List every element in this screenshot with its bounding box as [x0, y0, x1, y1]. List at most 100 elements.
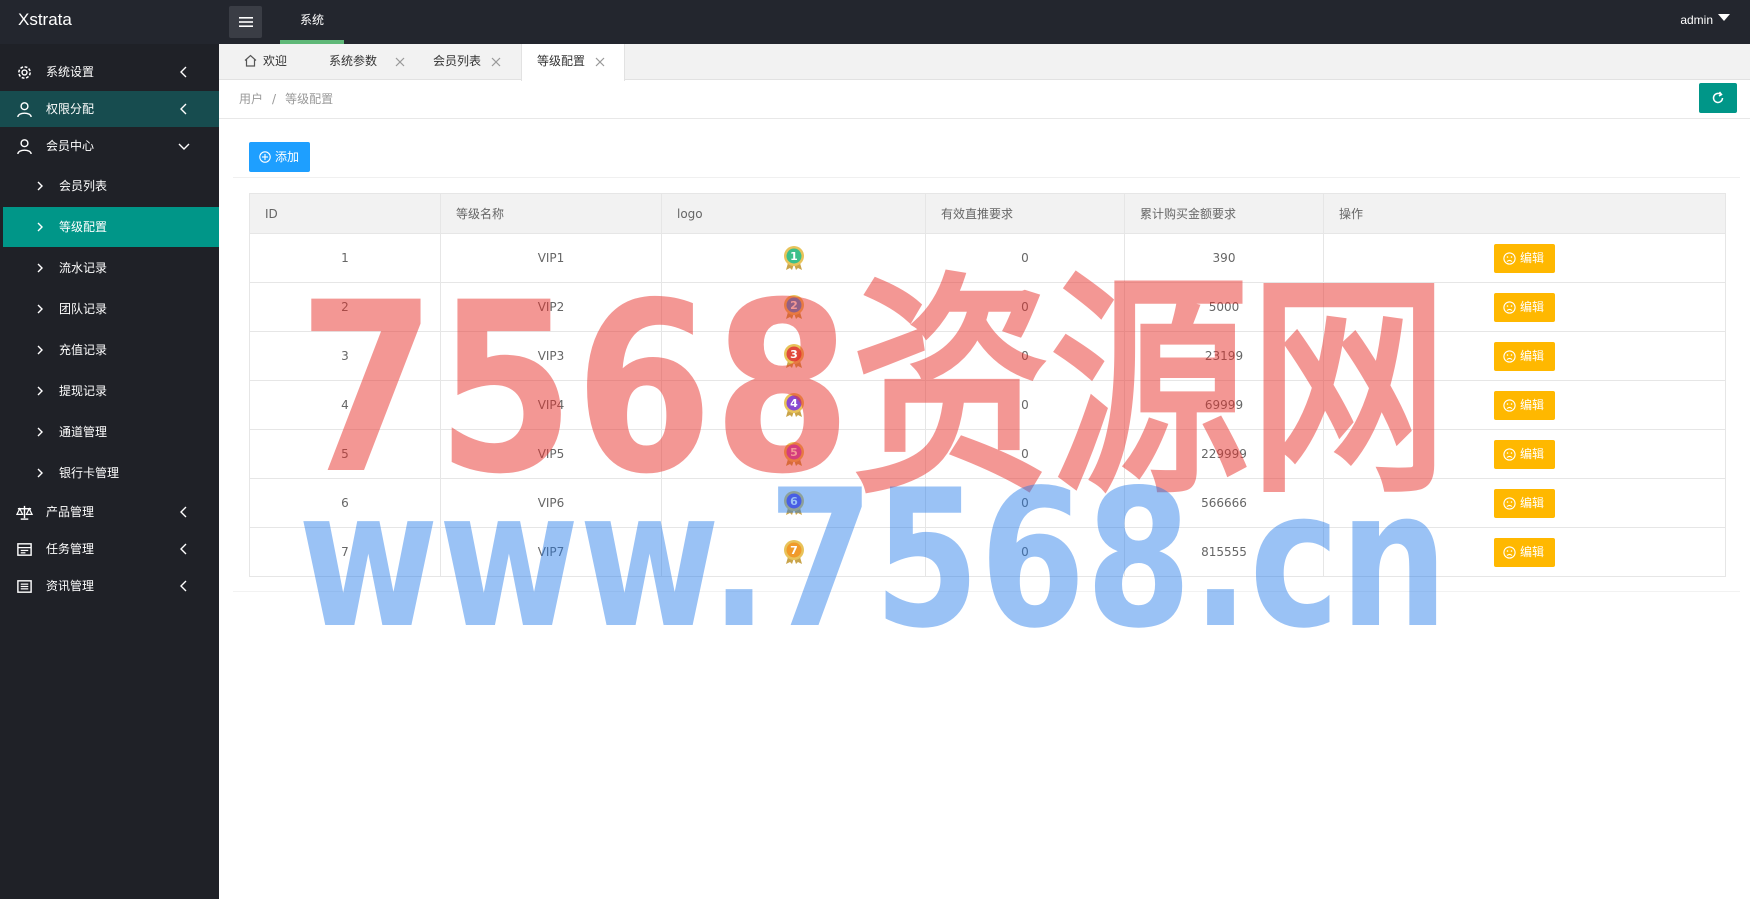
vip-medal-icon: 5: [783, 442, 804, 466]
cell-amount: 5000: [1124, 282, 1324, 332]
chevron-left-icon: [180, 543, 187, 555]
edit-button-label: 编辑: [1520, 495, 1545, 510]
sidebar-subitem-flow-records[interactable]: 流水记录: [3, 248, 219, 288]
sidebar-item-label: 资讯管理: [46, 579, 95, 593]
edit-button[interactable]: 编辑: [1494, 488, 1555, 518]
sidebar-subitem-label: 团队记录: [59, 302, 108, 316]
cell-logo: 4: [661, 380, 926, 430]
cell-actions: 编辑: [1323, 380, 1726, 430]
cell-name: VIP7: [440, 527, 662, 577]
sidebar-subitem-withdraw-records[interactable]: 提现记录: [3, 371, 219, 411]
cell-logo: 7: [661, 527, 926, 577]
sidebar: 系统设置 权限分配 会员中心 会员列表 等级配置 流水记录 团队记录 充值记录 …: [0, 44, 219, 899]
sidebar-subitem-bank-card-management[interactable]: 银行卡管理: [3, 453, 219, 493]
chevron-right-icon: [37, 181, 43, 191]
tab-system-params[interactable]: 系统参数: [313, 44, 417, 80]
sidebar-subitem-recharge-records[interactable]: 充值记录: [3, 330, 219, 370]
frown-icon: [1503, 398, 1516, 412]
sidebar-item-label: 权限分配: [46, 102, 95, 116]
edit-button[interactable]: 编辑: [1494, 390, 1555, 420]
menu-toggle-button[interactable]: [229, 6, 262, 38]
tab-label: 欢迎: [263, 54, 288, 68]
cell-actions: 编辑: [1323, 478, 1726, 528]
tab-welcome[interactable]: 欢迎: [219, 44, 313, 80]
sidebar-item-label: 产品管理: [46, 505, 95, 519]
refresh-icon: [1712, 91, 1724, 104]
table-header-row: ID 等级名称 logo 有效直推要求 累计购买金额要求 操作: [249, 193, 1726, 234]
cell-name: VIP6: [440, 478, 662, 528]
frown-icon: [1503, 496, 1516, 510]
cell-id: 5: [249, 429, 441, 479]
sidebar-subitem-team-records[interactable]: 团队记录: [3, 289, 219, 329]
tab-member-list[interactable]: 会员列表: [417, 44, 521, 80]
column-header-amount[interactable]: 累计购买金额要求: [1124, 193, 1324, 234]
sidebar-item-task-management[interactable]: 任务管理: [0, 531, 219, 567]
sidebar-item-permissions[interactable]: 权限分配: [0, 91, 219, 127]
edit-button[interactable]: 编辑: [1494, 537, 1555, 567]
sidebar-subitem-label: 会员列表: [59, 179, 108, 193]
edit-button-label: 编辑: [1520, 348, 1545, 363]
task-icon: [17, 543, 32, 556]
table-row: 6 VIP6 6 0 566666 编辑: [249, 478, 1726, 528]
close-icon[interactable]: [395, 57, 405, 67]
cell-direct: 0: [925, 331, 1125, 381]
cell-name: VIP2: [440, 282, 662, 332]
sidebar-subitem-member-list[interactable]: 会员列表: [3, 166, 219, 206]
edit-button[interactable]: 编辑: [1494, 341, 1555, 371]
cell-actions: 编辑: [1323, 331, 1726, 381]
tab-label: 系统参数: [329, 54, 378, 68]
cell-id: 6: [249, 478, 441, 528]
cell-amount: 23199: [1124, 331, 1324, 381]
cell-direct: 0: [925, 282, 1125, 332]
column-header-name[interactable]: 等级名称: [440, 193, 662, 234]
toolbar-divider: [233, 177, 1740, 178]
sidebar-subitem-label: 银行卡管理: [59, 466, 120, 480]
column-header-id[interactable]: ID: [249, 193, 441, 234]
sidebar-subitem-level-config[interactable]: 等级配置: [3, 207, 219, 247]
user-icon: [17, 102, 32, 118]
sidebar-item-member-center[interactable]: 会员中心: [0, 128, 219, 164]
chevron-left-icon: [180, 506, 187, 518]
edit-button[interactable]: 编辑: [1494, 439, 1555, 469]
cell-direct: 0: [925, 380, 1125, 430]
column-header-direct[interactable]: 有效直推要求: [925, 193, 1125, 234]
sidebar-item-system-settings[interactable]: 系统设置: [0, 54, 219, 90]
cell-logo: 3: [661, 331, 926, 381]
close-icon[interactable]: [491, 57, 501, 67]
svg-text:2: 2: [790, 299, 798, 312]
cell-actions: 编辑: [1323, 429, 1726, 479]
close-icon[interactable]: [595, 57, 605, 67]
cell-direct: 0: [925, 233, 1125, 283]
edit-button-label: 编辑: [1520, 299, 1545, 314]
app-logo[interactable]: Xstrata: [18, 0, 72, 44]
top-nav-system[interactable]: 系统: [280, 0, 344, 44]
sidebar-item-product-management[interactable]: 产品管理: [0, 494, 219, 530]
edit-button[interactable]: 编辑: [1494, 292, 1555, 322]
chevron-right-icon: [37, 345, 43, 355]
user-menu[interactable]: admin: [1680, 0, 1730, 44]
chevron-left-icon: [180, 66, 187, 78]
column-header-actions: 操作: [1323, 193, 1726, 234]
tab-level-config[interactable]: 等级配置: [521, 44, 625, 81]
refresh-button[interactable]: [1699, 83, 1737, 113]
edit-button[interactable]: 编辑: [1494, 243, 1555, 273]
edit-button-label: 编辑: [1520, 397, 1545, 412]
svg-text:6: 6: [790, 495, 798, 508]
sidebar-subitem-channel-management[interactable]: 通道管理: [3, 412, 219, 452]
sidebar-item-label: 系统设置: [46, 65, 95, 79]
cell-amount: 229999: [1124, 429, 1324, 479]
cell-direct: 0: [925, 429, 1125, 479]
chevron-right-icon: [37, 263, 43, 273]
table-row: 2 VIP2 2 0 5000 编辑: [249, 282, 1726, 332]
chevron-left-icon: [180, 103, 187, 115]
column-header-logo[interactable]: logo: [661, 193, 926, 234]
sidebar-item-news-management[interactable]: 资讯管理: [0, 568, 219, 604]
breadcrumb-item-user[interactable]: 用户: [239, 92, 263, 106]
cell-name: VIP1: [440, 233, 662, 283]
level-table: ID 等级名称 logo 有效直推要求 累计购买金额要求 操作 1 VIP1 1 0 3…: [249, 193, 1726, 577]
add-button-label: 添加: [275, 150, 300, 164]
cell-id: 3: [249, 331, 441, 381]
svg-text:4: 4: [790, 397, 798, 410]
add-button[interactable]: 添加: [249, 142, 310, 172]
vip-medal-icon: 7: [783, 540, 804, 564]
